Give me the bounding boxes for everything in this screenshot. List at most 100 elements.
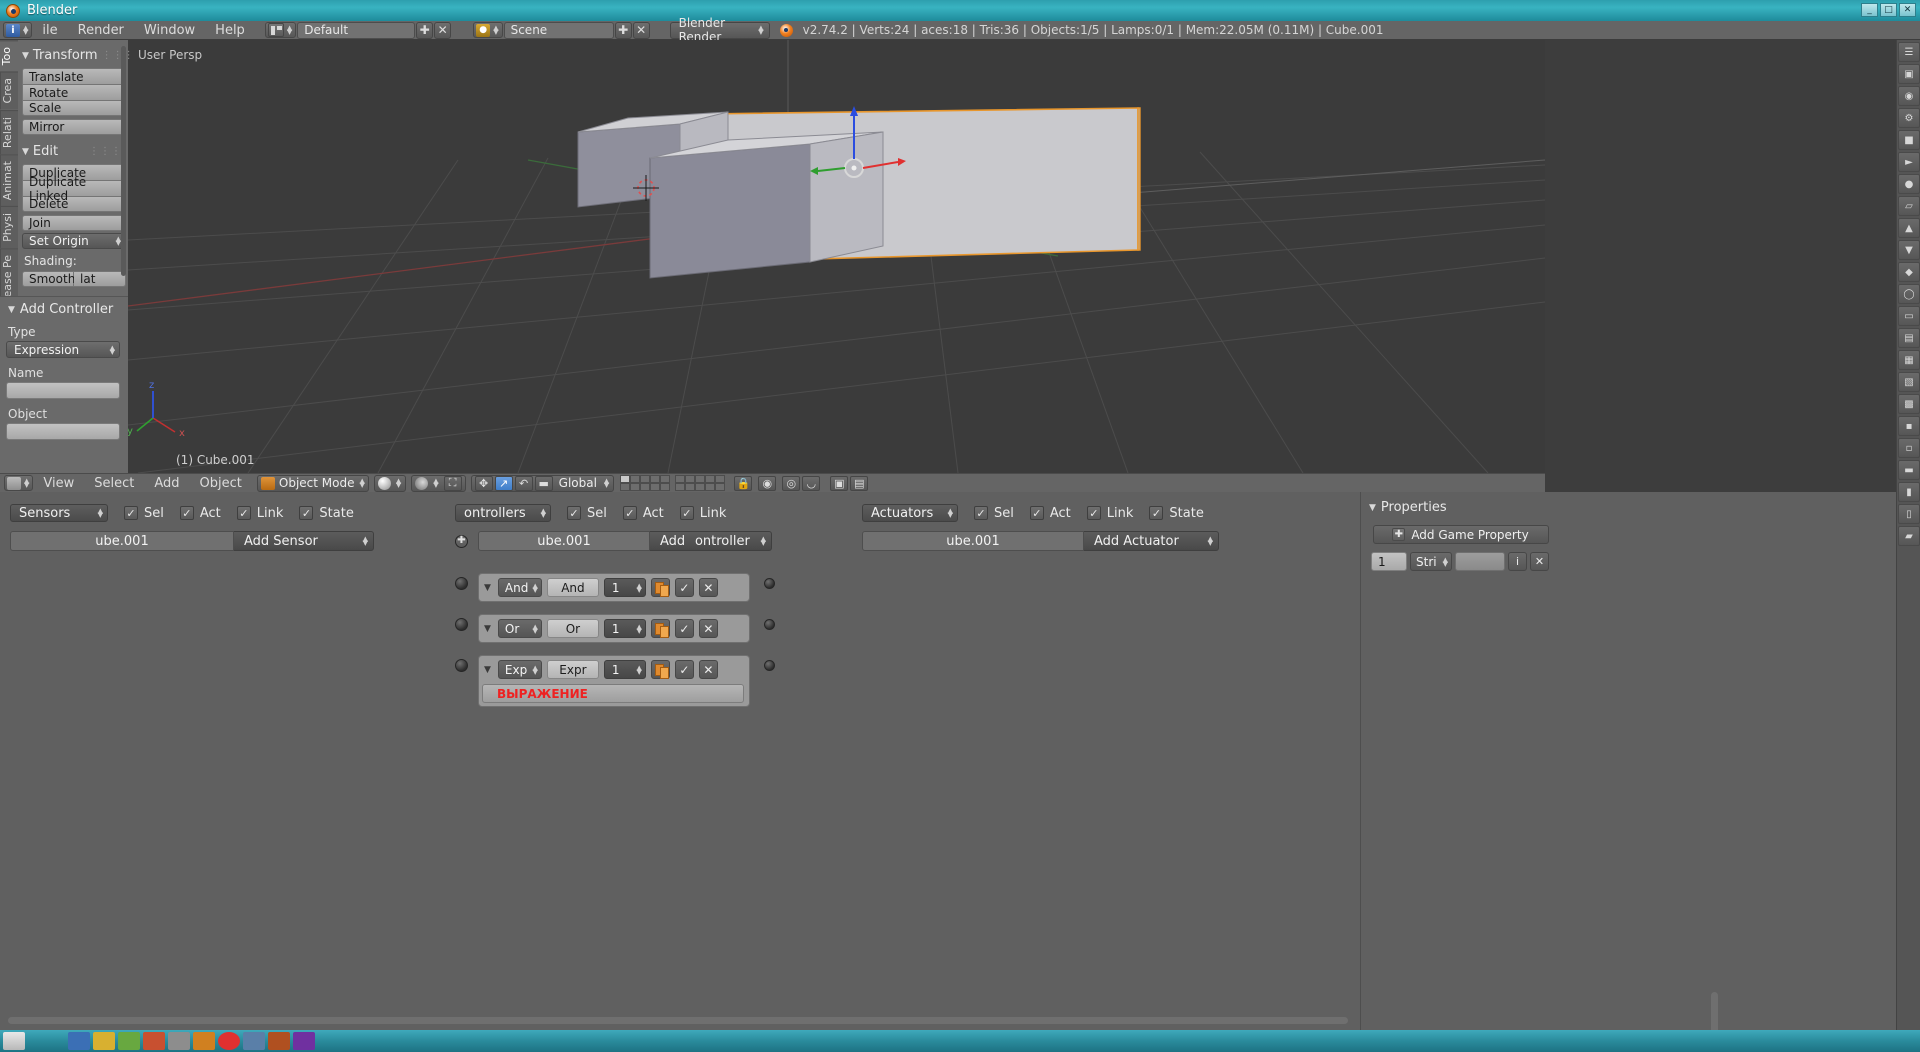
strip-icon-10[interactable]: ▼ — [1898, 240, 1920, 260]
scene-selector[interactable]: ● ▲ ▼ — [473, 22, 503, 38]
viewport-menu-object[interactable]: Object — [190, 476, 252, 491]
shade-flat-button[interactable]: lat — [74, 271, 126, 287]
controller-name-field[interactable]: And — [546, 578, 599, 597]
tool-join-button[interactable]: Join — [22, 215, 126, 231]
tool-set-origin-dropdown[interactable]: Set Origin ▲ ▼ — [22, 233, 126, 249]
menu-window[interactable]: Window — [134, 23, 205, 38]
tab-tools[interactable]: Too — [0, 40, 18, 72]
tool-rotate-button[interactable]: Rotate — [22, 84, 126, 100]
checkbox-icon[interactable]: ✓ — [974, 506, 988, 520]
3d-viewport[interactable]: x y z User Persp (1) Cube.001 — [128, 40, 1545, 473]
close-button[interactable]: ✕ — [1899, 3, 1916, 17]
property-delete-button[interactable]: ✕ — [1530, 552, 1549, 571]
controller-priority-field[interactable]: 1 ▲ ▼ — [603, 619, 646, 638]
strip-icon-8[interactable]: ▱ — [1898, 196, 1920, 216]
sensors-filter-link[interactable]: ✓ Link — [236, 506, 283, 521]
uv-sync-icon[interactable]: ▤ — [850, 475, 869, 491]
layer-block-1[interactable] — [620, 475, 671, 491]
checkbox-icon[interactable]: ✓ — [1086, 506, 1101, 520]
state-mask-icon[interactable] — [650, 660, 670, 679]
delete-scene-button[interactable]: ✕ — [632, 21, 650, 39]
controller-delete-button[interactable]: ✕ — [698, 619, 718, 638]
checkbox-icon[interactable]: ✓ — [679, 506, 694, 520]
controller-name-field[interactable]: Expr — [546, 660, 599, 679]
checkbox-icon[interactable]: ✓ — [179, 506, 194, 520]
shade-smooth-button[interactable]: Smooth — [22, 271, 75, 287]
controller-type-dropdown[interactable]: And ▲ ▼ — [497, 578, 542, 597]
actuators-filter-state[interactable]: ✓ State — [1149, 506, 1204, 521]
screen-layout-name[interactable]: Default — [297, 21, 416, 39]
actuators-filter-link[interactable]: ✓ Link — [1086, 506, 1133, 521]
viewport-menu-view[interactable]: View — [33, 476, 84, 491]
strip-icon-4[interactable]: ⚙ — [1898, 108, 1920, 128]
viewport-menu-add[interactable]: Add — [144, 476, 189, 491]
taskbar-app-1-icon[interactable] — [68, 1032, 90, 1050]
operator-type-dropdown[interactable]: Expression ▲ ▼ — [6, 341, 120, 358]
toolshelf-scrollbar[interactable] — [121, 46, 126, 276]
taskbar-app-10-icon[interactable] — [293, 1032, 315, 1050]
tool-scale-button[interactable]: Scale — [22, 100, 126, 116]
property-index-field[interactable]: 1 — [1371, 552, 1407, 571]
add-controller-button[interactable]: Add ontroller ▲ ▼ — [650, 531, 772, 551]
actuators-object-name[interactable]: ube.001 — [862, 531, 1084, 551]
strip-icon-9[interactable]: ▲ — [1898, 218, 1920, 238]
scene-layers-icon[interactable] — [620, 475, 730, 491]
strip-icon-7[interactable]: ● — [1898, 174, 1920, 194]
tab-relations[interactable]: Relati — [0, 109, 18, 154]
actuators-filter-sel[interactable]: ✓ Sel — [974, 506, 1014, 521]
strip-icon-19[interactable]: ▫ — [1898, 438, 1920, 458]
operator-name-input[interactable] — [6, 382, 120, 399]
info-icon[interactable]: i — [1508, 552, 1527, 571]
lock-icon[interactable]: 🔒 — [734, 475, 753, 491]
delete-screen-button[interactable]: ✕ — [434, 21, 452, 39]
controller-priority-field[interactable]: 1 ▲ ▼ — [603, 578, 646, 597]
controller-enabled-checkbox[interactable]: ✓ — [674, 660, 694, 679]
scale-manipulator-icon[interactable]: ▬ — [534, 475, 553, 491]
tool-translate-button[interactable]: Translate — [22, 68, 126, 84]
taskbar-app-5-icon[interactable] — [168, 1032, 190, 1050]
strip-icon-16[interactable]: ▧ — [1898, 372, 1920, 392]
checkbox-icon[interactable]: ✓ — [1029, 506, 1044, 520]
strip-icon-23[interactable]: ▰ — [1898, 526, 1920, 546]
panel-edit-header[interactable]: ▼ Edit ⋮⋮⋮ — [22, 144, 128, 159]
controllers-object-name[interactable]: ube.001 — [478, 531, 650, 551]
controller-delete-button[interactable]: ✕ — [698, 660, 718, 679]
transform-orientation-label[interactable]: Global — [555, 476, 601, 490]
controller-enabled-checkbox[interactable]: ✓ — [674, 619, 694, 638]
controllers-filter-act[interactable]: ✓ Act — [622, 506, 664, 521]
proportional-edit-icon[interactable]: ◎ — [782, 475, 801, 491]
controller-output-port[interactable] — [764, 578, 775, 589]
minimize-button[interactable]: _ — [1861, 3, 1878, 17]
add-scene-button[interactable]: ✚ — [614, 21, 632, 39]
manipulator-toggle-icon[interactable]: ✥ — [474, 475, 493, 491]
actuators-filter-act[interactable]: ✓ Act — [1029, 506, 1071, 521]
checkbox-icon[interactable]: ✓ — [1149, 506, 1164, 520]
strip-icon-12[interactable]: ◯ — [1898, 284, 1920, 304]
controller-type-dropdown[interactable]: Or ▲ ▼ — [497, 619, 542, 638]
expand-controllers-icon[interactable]: ✚ — [455, 534, 468, 548]
property-type-dropdown[interactable]: Stri ▲ ▼ — [1410, 552, 1452, 571]
menu-render[interactable]: Render — [68, 23, 134, 38]
tab-animation[interactable]: Animat — [0, 153, 18, 207]
triangle-down-icon[interactable]: ▼ — [482, 583, 493, 593]
add-game-property-button[interactable]: ✚ Add Game Property — [1372, 525, 1549, 544]
controller-output-port[interactable] — [764, 619, 775, 630]
viewport-menu-select[interactable]: Select — [84, 476, 144, 491]
snap-magnet-icon[interactable]: ⛶ — [443, 475, 462, 491]
taskbar-app-7-icon[interactable] — [218, 1032, 240, 1050]
tool-mirror-button[interactable]: Mirror — [22, 119, 126, 135]
window-controls[interactable]: _ □ ✕ — [1861, 3, 1916, 17]
operator-object-input[interactable] — [6, 423, 120, 440]
taskbar-app-2-icon[interactable] — [93, 1032, 115, 1050]
strip-icon-18[interactable]: ▪ — [1898, 416, 1920, 436]
pivot-point-selector[interactable]: ▲ ▼ ⛶ — [411, 474, 466, 492]
viewport-editor-type-selector[interactable]: ▲ ▼ — [4, 475, 34, 491]
controller-name-field[interactable]: Or — [546, 619, 599, 638]
texture-paint-icon[interactable]: ▣ — [830, 475, 849, 491]
strip-icon-22[interactable]: ▯ — [1898, 504, 1920, 524]
screen-layout-selector[interactable]: ▲ ▼ — [264, 22, 297, 38]
state-mask-icon[interactable] — [650, 578, 670, 597]
strip-icon-5[interactable]: ■ — [1898, 130, 1920, 150]
triangle-down-icon[interactable]: ▼ — [482, 665, 493, 675]
viewport-shading-selector[interactable]: ▲ ▼ — [373, 474, 407, 492]
